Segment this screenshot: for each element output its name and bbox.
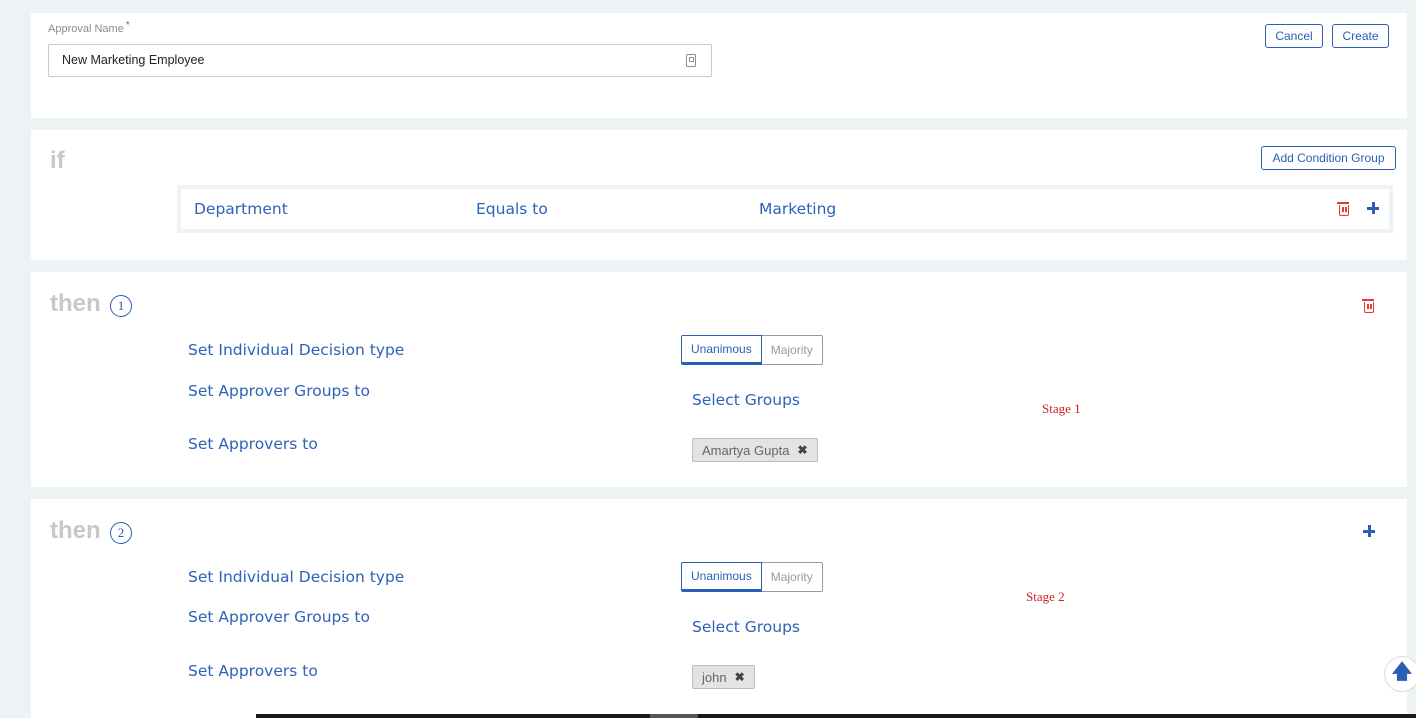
condition-operator[interactable]: Equals to <box>476 200 548 218</box>
remove-chip-icon[interactable]: ✖ <box>797 443 807 457</box>
scroll-to-top-arrow-icon[interactable]: 🡅 <box>1384 656 1416 692</box>
add-condition-plus-icon[interactable] <box>1367 202 1379 214</box>
approval-name-value: New Marketing Employee <box>62 53 205 67</box>
approvers-label: Set Approvers to <box>188 662 318 680</box>
stage-number-badge: 1 <box>110 295 132 317</box>
then-stage-1-card: then 1 Set Individual Decision type Unan… <box>31 272 1407 487</box>
delete-stage-trash-icon[interactable] <box>1362 299 1374 313</box>
cancel-button[interactable]: Cancel <box>1265 24 1323 48</box>
required-asterisk: * <box>125 20 130 31</box>
select-groups-dropdown[interactable]: Select Groups <box>692 391 800 409</box>
create-button[interactable]: Create <box>1332 24 1389 48</box>
decision-type-label: Set Individual Decision type <box>188 341 405 359</box>
approver-chip: Amartya Gupta ✖ <box>692 438 818 462</box>
if-condition-card: if Add Condition Group Department Equals… <box>31 130 1407 260</box>
approver-chip: john ✖ <box>692 665 755 689</box>
majority-option[interactable]: Majority <box>761 562 823 592</box>
add-stage-plus-icon[interactable] <box>1363 525 1375 537</box>
approval-name-label: Approval Name * <box>48 20 130 35</box>
decision-type-toggle: Unanimous Majority <box>681 335 823 365</box>
if-keyword: if <box>50 147 65 174</box>
stage-annotation: Stage 1 <box>1042 401 1081 416</box>
then-keyword: then <box>50 290 101 317</box>
scrollbar-thumb[interactable] <box>650 714 698 718</box>
approver-groups-label: Set Approver Groups to <box>188 382 370 400</box>
approver-name: john <box>702 669 727 685</box>
then-keyword: then <box>50 517 101 544</box>
horizontal-scrollbar[interactable] <box>256 714 1416 718</box>
approval-name-input[interactable]: New Marketing Employee <box>48 44 712 77</box>
add-condition-group-button[interactable]: Add Condition Group <box>1261 146 1396 170</box>
then-stage-2-card: then 2 Set Individual Decision type Unan… <box>31 499 1407 718</box>
approver-name: Amartya Gupta <box>702 442 790 458</box>
unanimous-option[interactable]: Unanimous <box>681 562 762 592</box>
approver-groups-label: Set Approver Groups to <box>188 608 370 626</box>
condition-row: Department Equals to Marketing <box>181 189 1389 229</box>
approvers-label: Set Approvers to <box>188 435 318 453</box>
condition-value[interactable]: Marketing <box>759 200 836 218</box>
field-helper-icon[interactable] <box>686 54 696 67</box>
select-groups-dropdown[interactable]: Select Groups <box>692 618 800 636</box>
condition-group: Department Equals to Marketing <box>177 185 1393 233</box>
majority-option[interactable]: Majority <box>761 335 823 365</box>
delete-condition-trash-icon[interactable] <box>1337 202 1349 216</box>
approval-name-card: Approval Name * New Marketing Employee Ca… <box>31 13 1407 118</box>
unanimous-option[interactable]: Unanimous <box>681 335 762 365</box>
condition-field[interactable]: Department <box>194 200 288 218</box>
remove-chip-icon[interactable]: ✖ <box>735 670 745 684</box>
decision-type-toggle: Unanimous Majority <box>681 562 823 592</box>
stage-number-badge: 2 <box>110 522 132 544</box>
decision-type-label: Set Individual Decision type <box>188 568 405 586</box>
stage-annotation: Stage 2 <box>1026 589 1065 604</box>
